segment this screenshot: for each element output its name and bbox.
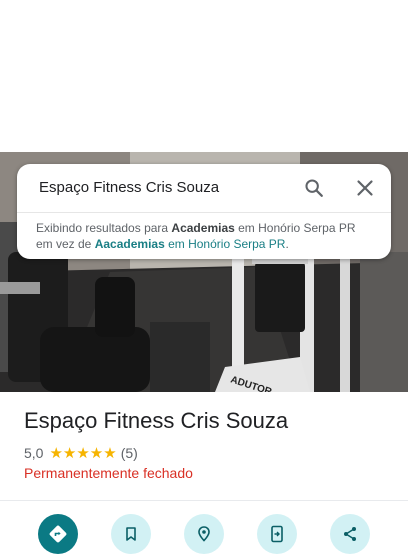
search-bar[interactable]: Espaço Fitness Cris Souza <box>17 164 391 212</box>
search-card: Espaço Fitness Cris Souza Exibindo resul… <box>17 164 391 259</box>
rating-value: 5,0 <box>24 445 44 461</box>
bookmark-icon <box>126 527 136 541</box>
close-icon[interactable] <box>351 174 379 202</box>
notice-term: Academias <box>171 221 235 235</box>
spelling-notice: Exibindo resultados para Academias em Ho… <box>36 220 381 252</box>
directions-button[interactable] <box>38 514 78 554</box>
search-divider <box>17 212 391 213</box>
star-rating: ★★★★★ <box>49 445 117 462</box>
share-button[interactable] <box>330 514 370 554</box>
status-closed: Permanentemente fechado <box>24 465 193 481</box>
notice-period: . <box>285 237 289 251</box>
nearby-icon <box>198 526 210 542</box>
notice-line-instead: em vez de Aacademias em Honório Serpa PR… <box>36 236 381 252</box>
place-title: Espaço Fitness Cris Souza <box>24 408 289 433</box>
notice-location: em Honório Serpa PR <box>234 221 356 235</box>
rating-row[interactable]: 5,0 ★★★★★ (5) <box>24 444 138 462</box>
share-icon <box>344 527 356 541</box>
nearby-button[interactable] <box>184 514 224 554</box>
notice-line-showing: Exibindo resultados para Academias em Ho… <box>36 220 381 236</box>
notice-instead-prefix: em vez de <box>36 237 95 251</box>
search-input[interactable]: Espaço Fitness Cris Souza <box>39 179 219 196</box>
send-to-phone-button[interactable] <box>257 514 297 554</box>
send-to-phone-icon <box>271 525 283 543</box>
original-query-link[interactable]: Aacademias <box>95 237 165 251</box>
original-location-link[interactable]: em Honório Serpa PR <box>165 237 285 251</box>
search-icon[interactable] <box>300 174 328 202</box>
directions-icon <box>49 525 67 543</box>
section-divider <box>0 500 408 501</box>
save-button[interactable] <box>111 514 151 554</box>
action-bar <box>0 514 408 554</box>
notice-prefix: Exibindo resultados para <box>36 221 172 235</box>
review-count[interactable]: (5) <box>121 445 138 461</box>
